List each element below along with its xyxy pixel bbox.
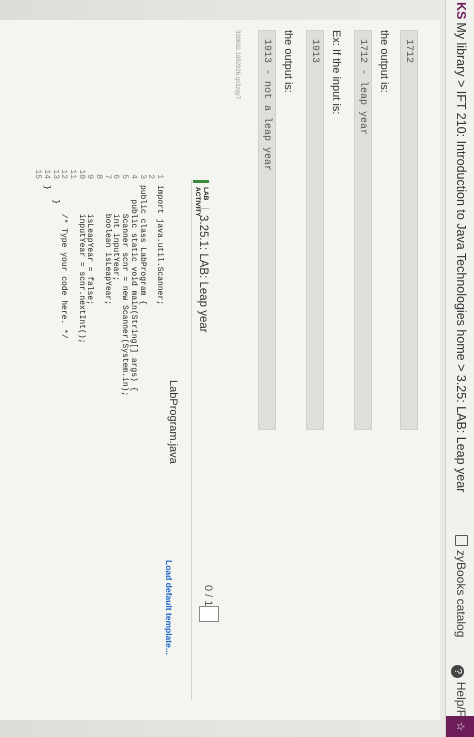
load-default-template-link[interactable]: Load default template... (164, 560, 174, 655)
code-text[interactable]: public class LabProgram { (138, 185, 147, 305)
code-line[interactable]: 15 (33, 165, 42, 185)
line-number: 6 (111, 174, 121, 179)
line-number: 3 (137, 174, 147, 179)
line-number: 12 (59, 169, 69, 179)
code-line[interactable]: 8 (94, 165, 103, 185)
code-line[interactable]: 14} (41, 165, 51, 190)
code-text[interactable]: } (51, 185, 60, 204)
zybooks-catalog-link[interactable]: zyBooks catalog (454, 550, 468, 637)
code-line[interactable]: 3 public class LabProgram { (138, 165, 147, 305)
code-text[interactable]: isLeapYear = false; (85, 185, 94, 305)
output-label-1: the output is: (378, 30, 390, 93)
code-line[interactable]: 4 public static void main(String[] args)… (129, 165, 138, 391)
input-example-2: 1913 (306, 30, 324, 430)
ex-label: Ex: If the input is: (330, 30, 342, 115)
code-text[interactable]: boolean isLeapYear; (103, 185, 112, 305)
lab-title: 3.25.1: LAB: Leap year (197, 208, 209, 333)
code-text[interactable]: public static void main(String[] args) { (129, 185, 138, 391)
code-line[interactable]: 2 (146, 165, 155, 185)
line-number: 9 (85, 174, 95, 179)
breadcrumb[interactable]: KS My library > IFT 210: Introduction to … (454, 2, 468, 492)
top-right-nav: zyBooks catalog ?Help/FAQ (451, 535, 468, 734)
code-text[interactable]: } (42, 185, 51, 190)
file-name: LabProgram.java (167, 380, 179, 464)
help-icon: ? (451, 664, 464, 678)
line-number: 8 (94, 174, 104, 179)
top-nav-bar: KS My library > IFT 210: Introduction to … (445, 0, 474, 737)
code-text[interactable]: import java.util.Scanner; (155, 185, 164, 305)
line-number: 14 (41, 169, 51, 179)
output-example-1: 1712 - leap year (354, 30, 372, 430)
line-number: 10 (76, 169, 86, 179)
code-line[interactable]: 5 Scanner scnr = new Scanner(System.in); (120, 165, 129, 396)
line-number: 13 (50, 169, 60, 179)
code-line[interactable]: 10 inputYear = scnr.nextInt(); (77, 165, 86, 343)
code-text[interactable]: inputYear = scnr.nextInt(); (77, 185, 86, 344)
output-example-2: 1913 - not a leap year (258, 30, 276, 430)
book-icon (455, 535, 468, 546)
page: KS My library > IFT 210: Introduction to … (0, 0, 474, 737)
code-text[interactable]: int inputYear; (112, 185, 121, 281)
code-line[interactable]: 1 import java.util.Scanner; (155, 165, 164, 305)
line-number: 5 (120, 174, 130, 179)
code-line[interactable]: 11 (68, 165, 77, 185)
brand-logo[interactable]: KS (454, 2, 468, 19)
code-line[interactable]: 9 isLeapYear = false; (85, 165, 94, 305)
output-label-2: the output is: (282, 30, 294, 93)
code-line[interactable]: 12 /* Type your code here. */ (59, 165, 69, 339)
code-line[interactable]: 13 } (51, 165, 60, 204)
code-text[interactable]: /* Type your code here. */ (59, 185, 68, 339)
input-example-1: 1712 (400, 30, 418, 430)
line-number: 7 (102, 174, 112, 179)
line-number: 2 (146, 174, 156, 179)
code-line[interactable]: 7 boolean isLeapYear; (103, 165, 112, 305)
score-box (199, 606, 219, 622)
code-line[interactable]: 6 int inputYear; (112, 165, 121, 281)
line-number: 4 (128, 174, 138, 179)
line-number: 1 (155, 174, 164, 179)
line-number: 15 (33, 169, 43, 179)
line-number: 11 (68, 169, 77, 179)
code-editor[interactable]: 1 import java.util.Scanner; 2 3 public class… (29, 165, 164, 465)
star-icon[interactable]: ☆ (446, 716, 474, 737)
activity-id: 339692.1892926.qx3zqy7 (234, 30, 240, 100)
divider (191, 180, 192, 700)
code-text[interactable]: Scanner scnr = new Scanner(System.in); (120, 185, 129, 396)
breadcrumb-text[interactable]: My library > IFT 210: Introduction to Ja… (454, 22, 468, 492)
